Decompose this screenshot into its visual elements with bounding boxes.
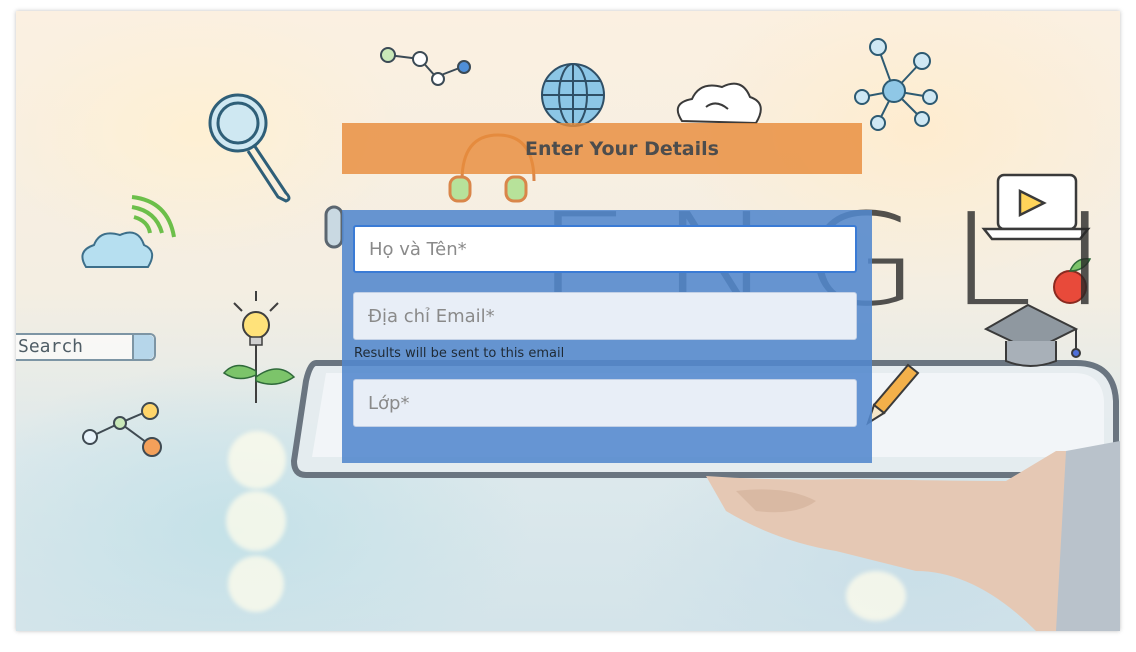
share-icon: [82, 402, 162, 457]
details-form: Results will be sent to this email: [342, 210, 872, 463]
full-name-input[interactable]: [353, 225, 857, 273]
network-icon: [380, 47, 471, 86]
globe-icon: [541, 63, 605, 127]
email-input[interactable]: [353, 292, 857, 340]
lightbulb-plant-icon: [222, 291, 296, 403]
search-doodle: Search: [16, 333, 156, 361]
microphone-icon: [324, 205, 344, 249]
search-doodle-knob: [132, 335, 154, 359]
search-doodle-label: Search: [18, 336, 84, 357]
email-hint: Results will be sent to this email: [354, 346, 565, 361]
network-icon: [854, 38, 938, 131]
details-header-title: Enter Your Details: [525, 137, 719, 160]
details-header: Enter Your Details: [342, 123, 862, 174]
class-input[interactable]: [353, 379, 857, 427]
background-scene: Search ENGLISH Enter Your Details Result…: [16, 11, 1120, 631]
cloud-icon: [676, 82, 762, 125]
magnifier-icon: [208, 93, 291, 203]
wifi-cloud-icon: [81, 195, 176, 268]
